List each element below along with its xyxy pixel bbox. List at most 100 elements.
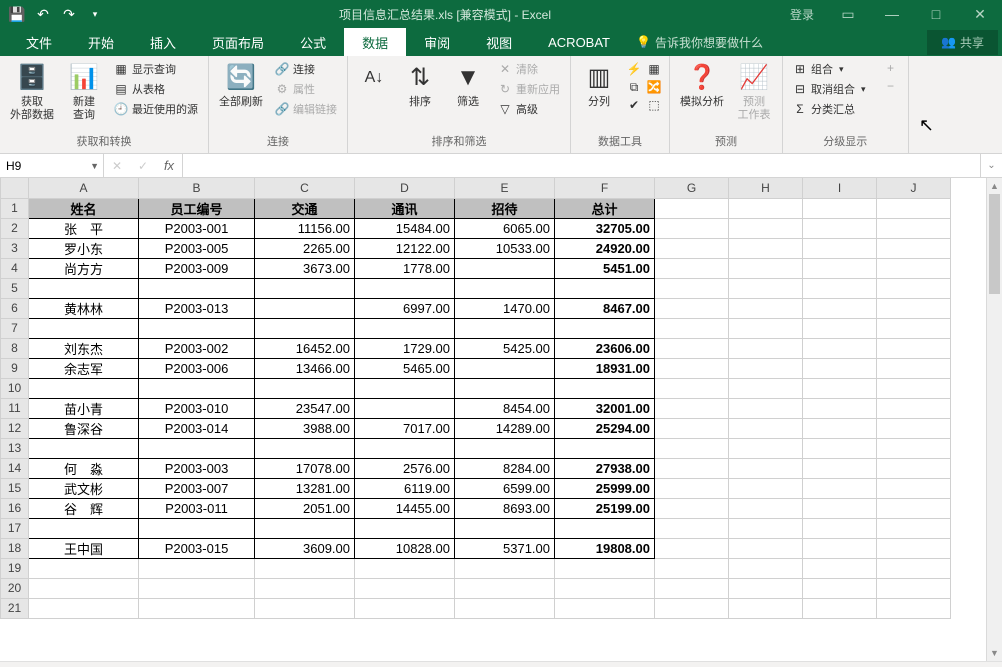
- cell[interactable]: 15484.00: [355, 218, 455, 238]
- consolidate-button[interactable]: ▦: [645, 60, 663, 78]
- vertical-scrollbar[interactable]: ▲ ▼: [986, 178, 1002, 661]
- cell[interactable]: 罗小东: [29, 238, 139, 258]
- tab-data[interactable]: 数据: [344, 28, 406, 56]
- cell[interactable]: 3988.00: [255, 418, 355, 438]
- cell[interactable]: 32705.00: [555, 218, 655, 238]
- cell[interactable]: [355, 398, 455, 418]
- row-header[interactable]: 20: [1, 578, 29, 598]
- cell[interactable]: 刘东杰: [29, 338, 139, 358]
- text-to-columns-button[interactable]: ▥ 分列: [577, 60, 621, 111]
- row-header[interactable]: 4: [1, 258, 29, 278]
- cell[interactable]: 32001.00: [555, 398, 655, 418]
- row-header[interactable]: 10: [1, 378, 29, 398]
- row-header[interactable]: 9: [1, 358, 29, 378]
- tab-acrobat[interactable]: ACROBAT: [530, 28, 628, 56]
- cell[interactable]: 1470.00: [455, 298, 555, 318]
- cell[interactable]: 25999.00: [555, 478, 655, 498]
- cell[interactable]: [355, 518, 455, 538]
- cell[interactable]: 2051.00: [255, 498, 355, 518]
- data-validation-button[interactable]: ✔: [625, 96, 643, 114]
- row-header[interactable]: 14: [1, 458, 29, 478]
- cell[interactable]: 25294.00: [555, 418, 655, 438]
- qat-customize-icon[interactable]: ▾: [84, 3, 106, 25]
- cell[interactable]: 1778.00: [355, 258, 455, 278]
- cell[interactable]: 2265.00: [255, 238, 355, 258]
- cell[interactable]: [455, 438, 555, 458]
- save-icon[interactable]: 💾: [6, 3, 28, 25]
- group-button[interactable]: ⊞组合▾: [789, 60, 870, 78]
- column-header-I[interactable]: I: [803, 178, 877, 198]
- cell[interactable]: [139, 278, 255, 298]
- cell[interactable]: [139, 438, 255, 458]
- row-header[interactable]: 3: [1, 238, 29, 258]
- row-header[interactable]: 17: [1, 518, 29, 538]
- tab-home[interactable]: 开始: [70, 28, 132, 56]
- cell[interactable]: P2003-002: [139, 338, 255, 358]
- cell[interactable]: 谷 辉: [29, 498, 139, 518]
- redo-icon[interactable]: ↷: [58, 3, 80, 25]
- table-header-cell[interactable]: 员工编号: [139, 198, 255, 218]
- cell[interactable]: 鲁深谷: [29, 418, 139, 438]
- cell[interactable]: [255, 278, 355, 298]
- row-header[interactable]: 7: [1, 318, 29, 338]
- cell[interactable]: 10533.00: [455, 238, 555, 258]
- cell[interactable]: P2003-007: [139, 478, 255, 498]
- row-header[interactable]: 6: [1, 298, 29, 318]
- cell[interactable]: [555, 378, 655, 398]
- tab-view[interactable]: 视图: [468, 28, 530, 56]
- show-queries-button[interactable]: ▦显示查询: [110, 60, 202, 78]
- table-header-cell[interactable]: 总计: [555, 198, 655, 218]
- cell[interactable]: 5465.00: [355, 358, 455, 378]
- cell[interactable]: [139, 518, 255, 538]
- cell[interactable]: [455, 278, 555, 298]
- ribbon-display-icon[interactable]: ▭: [826, 0, 870, 28]
- row-header[interactable]: 1: [1, 198, 29, 218]
- forecast-sheet-button[interactable]: 📈 预测 工作表: [732, 60, 776, 124]
- cell[interactable]: 6599.00: [455, 478, 555, 498]
- data-model-button[interactable]: ⬚: [645, 96, 663, 114]
- refresh-all-button[interactable]: 🔄 全部刷新: [215, 60, 267, 111]
- cell[interactable]: P2003-005: [139, 238, 255, 258]
- cell[interactable]: 3673.00: [255, 258, 355, 278]
- cell[interactable]: 10828.00: [355, 538, 455, 558]
- row-header[interactable]: 19: [1, 558, 29, 578]
- scrollbar-thumb[interactable]: [989, 194, 1000, 294]
- connections-button[interactable]: 🔗连接: [271, 60, 341, 78]
- cell[interactable]: 8284.00: [455, 458, 555, 478]
- cell[interactable]: 2576.00: [355, 458, 455, 478]
- cell[interactable]: 18931.00: [555, 358, 655, 378]
- column-header-F[interactable]: F: [555, 178, 655, 198]
- maximize-icon[interactable]: □: [914, 0, 958, 28]
- cell[interactable]: 8454.00: [455, 398, 555, 418]
- cell[interactable]: P2003-015: [139, 538, 255, 558]
- share-button[interactable]: 👥 共享: [927, 30, 998, 55]
- cell[interactable]: 13466.00: [255, 358, 355, 378]
- table-header-cell[interactable]: 姓名: [29, 198, 139, 218]
- cell[interactable]: [355, 318, 455, 338]
- cell[interactable]: 6065.00: [455, 218, 555, 238]
- column-header-A[interactable]: A: [29, 178, 139, 198]
- login-button[interactable]: 登录: [778, 0, 826, 28]
- from-table-button[interactable]: ▤从表格: [110, 80, 202, 98]
- cell[interactable]: [29, 438, 139, 458]
- fx-icon[interactable]: fx: [156, 158, 182, 173]
- cell[interactable]: 1729.00: [355, 338, 455, 358]
- cancel-formula-icon[interactable]: ✕: [104, 159, 130, 173]
- cell[interactable]: 24920.00: [555, 238, 655, 258]
- cell[interactable]: [29, 518, 139, 538]
- remove-dup-button[interactable]: ⧉: [625, 78, 643, 96]
- cell[interactable]: [255, 318, 355, 338]
- cell[interactable]: [255, 378, 355, 398]
- cell[interactable]: P2003-006: [139, 358, 255, 378]
- cell[interactable]: 张 平: [29, 218, 139, 238]
- cell[interactable]: [29, 318, 139, 338]
- cell[interactable]: [29, 378, 139, 398]
- column-header-C[interactable]: C: [255, 178, 355, 198]
- cell[interactable]: 12122.00: [355, 238, 455, 258]
- recent-sources-button[interactable]: 🕘最近使用的源: [110, 100, 202, 118]
- cell[interactable]: 7017.00: [355, 418, 455, 438]
- cell[interactable]: [555, 438, 655, 458]
- cell[interactable]: 黄林林: [29, 298, 139, 318]
- cell[interactable]: 5425.00: [455, 338, 555, 358]
- table-header-cell[interactable]: 招待: [455, 198, 555, 218]
